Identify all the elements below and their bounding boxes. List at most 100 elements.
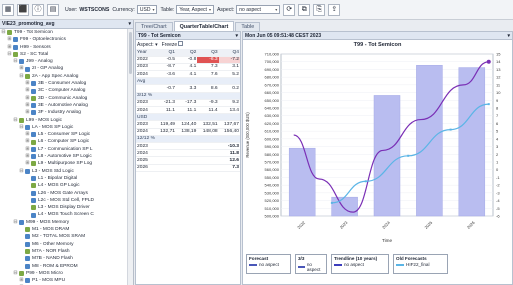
table-cell[interactable]: Avg: [136, 77, 155, 86]
tree-node[interactable]: M2 - TOTAL MOS SRAM: [0, 233, 128, 240]
table-cell[interactable]: [197, 113, 219, 122]
table-cell[interactable]: 4.1: [176, 63, 198, 72]
table-cell[interactable]: -17.3: [176, 99, 198, 108]
tree-node[interactable]: ⊟ S2 - SC Total: [0, 51, 128, 58]
table-cell[interactable]: [154, 92, 177, 100]
expand-icon[interactable]: ⊞: [25, 131, 30, 138]
table-cell[interactable]: [154, 135, 177, 143]
table-cell[interactable]: [176, 135, 198, 143]
legend-box[interactable]: 3/3 no aspect: [295, 254, 327, 274]
legend-box[interactable]: Trendline (10 years) no aspect: [331, 254, 389, 274]
expand-icon[interactable]: ⊞: [25, 95, 30, 102]
chevron-down-icon[interactable]: ▾: [235, 33, 238, 39]
freeze-toggle[interactable]: Freeze: [162, 41, 184, 48]
table-cell[interactable]: -10.3: [218, 142, 240, 151]
chart-icon[interactable]: ▤: [47, 3, 59, 16]
table-cell[interactable]: [176, 92, 198, 100]
tree-node[interactable]: M6 - Other Memory: [0, 241, 128, 248]
tree-node[interactable]: ⊞ L7 - Communication SP L: [0, 146, 128, 153]
export-icon[interactable]: ⇪: [328, 3, 341, 16]
tree-node[interactable]: L2c - MOS Std Cell, FPLD: [0, 197, 128, 204]
tree-node[interactable]: ⊞ 2I - GP Analog: [0, 65, 128, 72]
expand-icon[interactable]: ⊞: [25, 138, 30, 145]
table-cell[interactable]: 4.1: [176, 70, 198, 79]
table-cell[interactable]: [154, 156, 177, 165]
collapse-icon[interactable]: ⊟: [1, 29, 6, 36]
tree-node[interactable]: ⊟ T99 - Tot Semicon: [0, 29, 128, 36]
table-cell[interactable]: [154, 164, 177, 172]
tree-node[interactable]: ⊞ L6 - Computer SP Logic: [0, 138, 128, 145]
table-cell[interactable]: 137,67: [218, 120, 240, 129]
table-cell[interactable]: 7.3: [197, 63, 219, 72]
table-cell[interactable]: 11.1: [154, 106, 177, 115]
aspect-select[interactable]: no aspect ▾: [236, 5, 281, 14]
table-cell[interactable]: 2023: [136, 142, 155, 151]
table-cell[interactable]: 2026: [136, 164, 155, 172]
collapse-icon[interactable]: ⊟: [13, 117, 18, 124]
scrollbar-thumb[interactable]: [129, 32, 132, 74]
table-select[interactable]: Year, Aspect ▾: [176, 5, 214, 14]
table-cell[interactable]: 2025: [136, 156, 155, 165]
grid-icon[interactable]: ▦: [2, 3, 14, 16]
tree-node[interactable]: M7A - NOR Flash: [0, 248, 128, 255]
tree-node[interactable]: M8 - ROM & EPROM: [0, 263, 128, 270]
currency-select[interactable]: USD ▾: [136, 5, 158, 14]
tree-node[interactable]: L4 - MOS GP Logic: [0, 182, 128, 189]
table-cell[interactable]: Q3: [197, 49, 219, 57]
expand-icon[interactable]: ⊞: [25, 80, 30, 87]
expand-icon[interactable]: ⊞: [25, 109, 30, 116]
table-cell[interactable]: Q1: [154, 49, 177, 57]
tree-node[interactable]: L3 - MOS Display Driver: [0, 204, 128, 211]
table-cell[interactable]: [218, 92, 240, 100]
table-cell[interactable]: 11.8: [218, 149, 240, 158]
table-cell[interactable]: 9.2: [218, 99, 240, 108]
table-cell[interactable]: [197, 149, 219, 158]
collapse-icon[interactable]: ⊟: [19, 124, 24, 131]
table-cell[interactable]: [197, 77, 219, 86]
table-cell[interactable]: -6.3: [197, 56, 219, 64]
tab-quartertable-chart[interactable]: QuarterTable/Chart: [173, 21, 235, 31]
tree-node[interactable]: ⊟ L3 - MOS Std Logic: [0, 168, 128, 175]
table-cell[interactable]: 2023: [136, 120, 155, 129]
table-cell[interactable]: [154, 113, 177, 122]
collapse-icon[interactable]: ⊟: [13, 219, 18, 226]
chevron-down-icon[interactable]: ▾: [128, 21, 131, 27]
collapse-icon[interactable]: ⊟: [19, 73, 24, 80]
table-cell[interactable]: -0.7: [154, 84, 177, 93]
table-cell[interactable]: USD: [136, 113, 155, 122]
freeze-checkbox[interactable]: [178, 41, 184, 46]
tree-node[interactable]: L4 - MOS Touch Screen C: [0, 211, 128, 218]
tree-node[interactable]: ⊞ 3C - Computer Analog: [0, 87, 128, 94]
table-cell[interactable]: 7.3: [218, 164, 240, 172]
legend-box[interactable]: Old Forecasts HIF22_final: [393, 254, 448, 274]
refresh-icon[interactable]: ⟳: [283, 3, 296, 16]
table-cell[interactable]: 11.1: [176, 106, 198, 115]
table-cell[interactable]: 3.3: [176, 84, 198, 93]
tree-node[interactable]: ⊞ 3F - Industry Analog: [0, 109, 128, 116]
table-cell[interactable]: 8.6: [197, 84, 219, 93]
table-cell[interactable]: 2024: [136, 106, 155, 115]
table-cell[interactable]: 11.4: [197, 106, 219, 115]
table-cell[interactable]: [176, 149, 198, 158]
expand-icon[interactable]: ⊞: [25, 146, 30, 153]
tree-node[interactable]: ⊟ LA - MOS SP Logic: [0, 124, 128, 131]
aspect-filter[interactable]: Aspect: ▾: [137, 42, 158, 48]
expand-icon[interactable]: ⊞: [25, 102, 30, 109]
collapse-icon[interactable]: ⊟: [13, 270, 18, 277]
table-cell[interactable]: 156,40: [218, 128, 240, 136]
table-cell[interactable]: 3/12 %: [136, 92, 155, 100]
table-cell[interactable]: [197, 156, 219, 165]
expand-icon[interactable]: ⊞: [25, 160, 30, 167]
tree-node[interactable]: ⊞ 3B - Consumer Analog: [0, 80, 128, 87]
expand-icon[interactable]: ⊞: [19, 65, 24, 72]
table-cell[interactable]: Q4: [218, 49, 240, 57]
tree-node[interactable]: ⊞ L8 - Automotive SP Logic: [0, 153, 128, 160]
table-cell[interactable]: [176, 142, 198, 151]
table-cell[interactable]: [218, 113, 240, 122]
table-cell[interactable]: [154, 77, 177, 86]
table-cell[interactable]: 3.1: [218, 63, 240, 72]
tree-node[interactable]: ⊟ 2A - App Spec Analog: [0, 73, 128, 80]
table-cell[interactable]: [154, 149, 177, 158]
table-cell[interactable]: 2024: [136, 70, 155, 79]
table-cell[interactable]: -0.8: [176, 56, 198, 64]
